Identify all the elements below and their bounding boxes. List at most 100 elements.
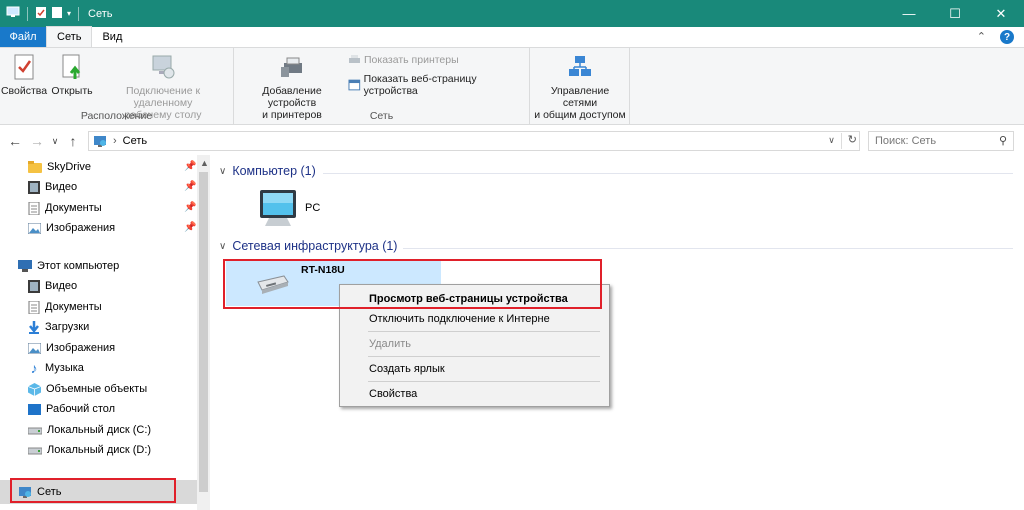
search-input[interactable]: Поиск: Сеть ⚲ xyxy=(868,131,1014,151)
pin-icon[interactable]: 📌 xyxy=(184,181,196,192)
sidebar-item-drive-d[interactable]: Локальный диск (D:) xyxy=(28,440,151,460)
remote-desktop-icon xyxy=(148,52,178,82)
sidebar-item-3d-objects[interactable]: Объемные объекты xyxy=(28,379,147,399)
properties-quick-icon[interactable] xyxy=(35,6,47,22)
video-icon xyxy=(28,180,40,194)
show-printers-button[interactable]: Показать принтеры xyxy=(348,54,459,66)
menu-item-disconnect-internet[interactable]: Отключить подключение к Интерне xyxy=(369,313,550,325)
recent-locations-chevron-icon[interactable]: ∨ xyxy=(48,136,62,147)
toolbar-separator xyxy=(78,6,80,21)
content-pane: ∨ Компьютер (1) PC ∨ Сетевая инфраструкт… xyxy=(211,155,1024,510)
up-arrow-icon[interactable]: ↑ xyxy=(62,133,84,149)
new-folder-quick-icon[interactable] xyxy=(51,6,63,22)
group-header-computer[interactable]: ∨ Компьютер (1) xyxy=(219,164,316,178)
sidebar-label: Объемные объекты xyxy=(46,383,148,395)
search-icon[interactable]: ⚲ xyxy=(999,134,1007,147)
ribbon-right-controls: ⌃ ? xyxy=(977,30,1014,44)
sidebar-item-music[interactable]: ♪ Музыка xyxy=(28,358,84,378)
forward-arrow-icon[interactable]: → xyxy=(26,133,48,149)
sidebar-item-pc-video[interactable]: Видео xyxy=(28,276,77,296)
computer-icon xyxy=(18,260,32,272)
open-icon xyxy=(57,52,87,82)
show-device-page-button[interactable]: Показать веб-страницу устройства xyxy=(348,73,529,97)
sidebar-scrollbar[interactable]: ▲ xyxy=(197,155,210,510)
collapse-ribbon-icon[interactable]: ⌃ xyxy=(977,30,986,44)
sidebar-item-documents[interactable]: Документы xyxy=(28,198,102,218)
add-devices-icon xyxy=(277,52,307,82)
menu-separator xyxy=(368,381,600,382)
navigation-bar: ← → ∨ ↑ › Сеть ∨ ↻ Поиск: Сеть ⚲ xyxy=(0,128,1024,154)
network-item-pc[interactable]: PC xyxy=(257,188,320,228)
menu-item-delete[interactable]: Удалить xyxy=(369,338,411,350)
pin-icon[interactable]: 📌 xyxy=(184,202,196,213)
sidebar-item-video[interactable]: Видео xyxy=(28,177,77,197)
sidebar-item-drive-c[interactable]: Локальный диск (C:) xyxy=(28,420,151,440)
scroll-up-icon[interactable]: ▲ xyxy=(200,158,209,168)
sidebar-label: Видео xyxy=(45,280,78,292)
sidebar-item-pc-images[interactable]: Изображения xyxy=(28,338,115,358)
desktop-icon xyxy=(28,403,41,415)
maximize-button[interactable]: ☐ xyxy=(932,0,978,27)
address-divider xyxy=(840,133,842,149)
sidebar-item-this-pc[interactable]: Этот компьютер xyxy=(18,256,119,276)
3d-objects-icon xyxy=(28,382,41,396)
network-icon xyxy=(94,135,106,147)
add-devices-label-1: Добавление устройств xyxy=(262,85,322,109)
sidebar-item-downloads[interactable]: Загрузки xyxy=(28,317,89,337)
group-divider xyxy=(323,173,1013,174)
search-placeholder: Поиск: Сеть xyxy=(875,135,937,147)
minimize-button[interactable]: — xyxy=(886,0,932,27)
pin-icon[interactable]: 📌 xyxy=(184,161,196,172)
toolbar-separator xyxy=(27,6,28,21)
window-title: Сеть xyxy=(88,7,113,20)
help-icon[interactable]: ? xyxy=(1000,30,1014,44)
menu-item-create-shortcut[interactable]: Создать ярлык xyxy=(369,363,445,375)
scrollbar-thumb[interactable] xyxy=(199,172,208,492)
sidebar-label: Локальный диск (C:) xyxy=(47,424,152,436)
sidebar-item-images[interactable]: Изображения xyxy=(28,218,115,238)
close-button[interactable]: ✕ xyxy=(978,0,1024,27)
sidebar-label: Документы xyxy=(45,202,102,214)
images-icon xyxy=(28,342,41,354)
images-icon xyxy=(28,222,41,234)
pin-icon[interactable]: 📌 xyxy=(184,222,196,233)
highlight-box-router xyxy=(223,259,602,309)
collapse-chevron-icon[interactable]: ∨ xyxy=(219,166,226,177)
breadcrumb-network[interactable]: Сеть xyxy=(123,135,147,147)
network-sharing-center-button[interactable]: Управление сетями и общим доступом xyxy=(534,52,626,121)
tab-network[interactable]: Сеть xyxy=(46,26,93,47)
sidebar-item-skydrive[interactable]: SkyDrive xyxy=(28,157,91,177)
documents-icon xyxy=(28,201,40,215)
computer-icon xyxy=(260,190,296,226)
address-bar-controls: ∨ ↻ xyxy=(828,133,857,149)
address-dropdown-icon[interactable]: ∨ xyxy=(828,133,835,149)
sidebar-item-pc-documents[interactable]: Документы xyxy=(28,297,102,317)
sidebar-label: Локальный диск (D:) xyxy=(47,444,152,456)
menu-item-properties[interactable]: Свойства xyxy=(369,388,417,400)
open-button[interactable]: Открыть xyxy=(50,52,94,97)
tab-file[interactable]: Файл xyxy=(0,27,46,47)
downloads-icon xyxy=(29,320,39,334)
properties-button[interactable]: Свойства xyxy=(0,52,48,97)
ribbon-group-label-network: Сеть xyxy=(369,110,394,122)
app-icon[interactable] xyxy=(6,5,20,22)
sidebar-label: Загрузки xyxy=(45,321,90,333)
open-label: Открыть xyxy=(51,85,93,97)
item-label: PC xyxy=(305,202,321,214)
menu-separator xyxy=(368,331,600,332)
address-bar[interactable]: › Сеть ∨ ↻ xyxy=(88,131,860,151)
sidebar-item-desktop[interactable]: Рабочий стол xyxy=(28,399,115,419)
refresh-icon[interactable]: ↻ xyxy=(848,133,857,149)
sidebar-label: Музыка xyxy=(45,362,84,374)
properties-label: Свойства xyxy=(0,85,48,97)
title-bar: ▾ Сеть — ☐ ✕ xyxy=(0,0,1024,27)
remote-desktop-label-1: Подключение к удаленному xyxy=(125,85,201,109)
customize-toolbar-icon[interactable]: ▾ xyxy=(67,9,71,18)
group-header-infrastructure[interactable]: ∨ Сетевая инфраструктура (1) xyxy=(219,239,397,253)
collapse-chevron-icon[interactable]: ∨ xyxy=(219,241,226,252)
sidebar-label: Документы xyxy=(45,301,102,313)
breadcrumb-chevron-icon: › xyxy=(113,135,117,147)
music-icon: ♪ xyxy=(30,360,38,376)
tab-view[interactable]: Вид xyxy=(92,27,132,47)
back-arrow-icon[interactable]: ← xyxy=(4,133,26,149)
